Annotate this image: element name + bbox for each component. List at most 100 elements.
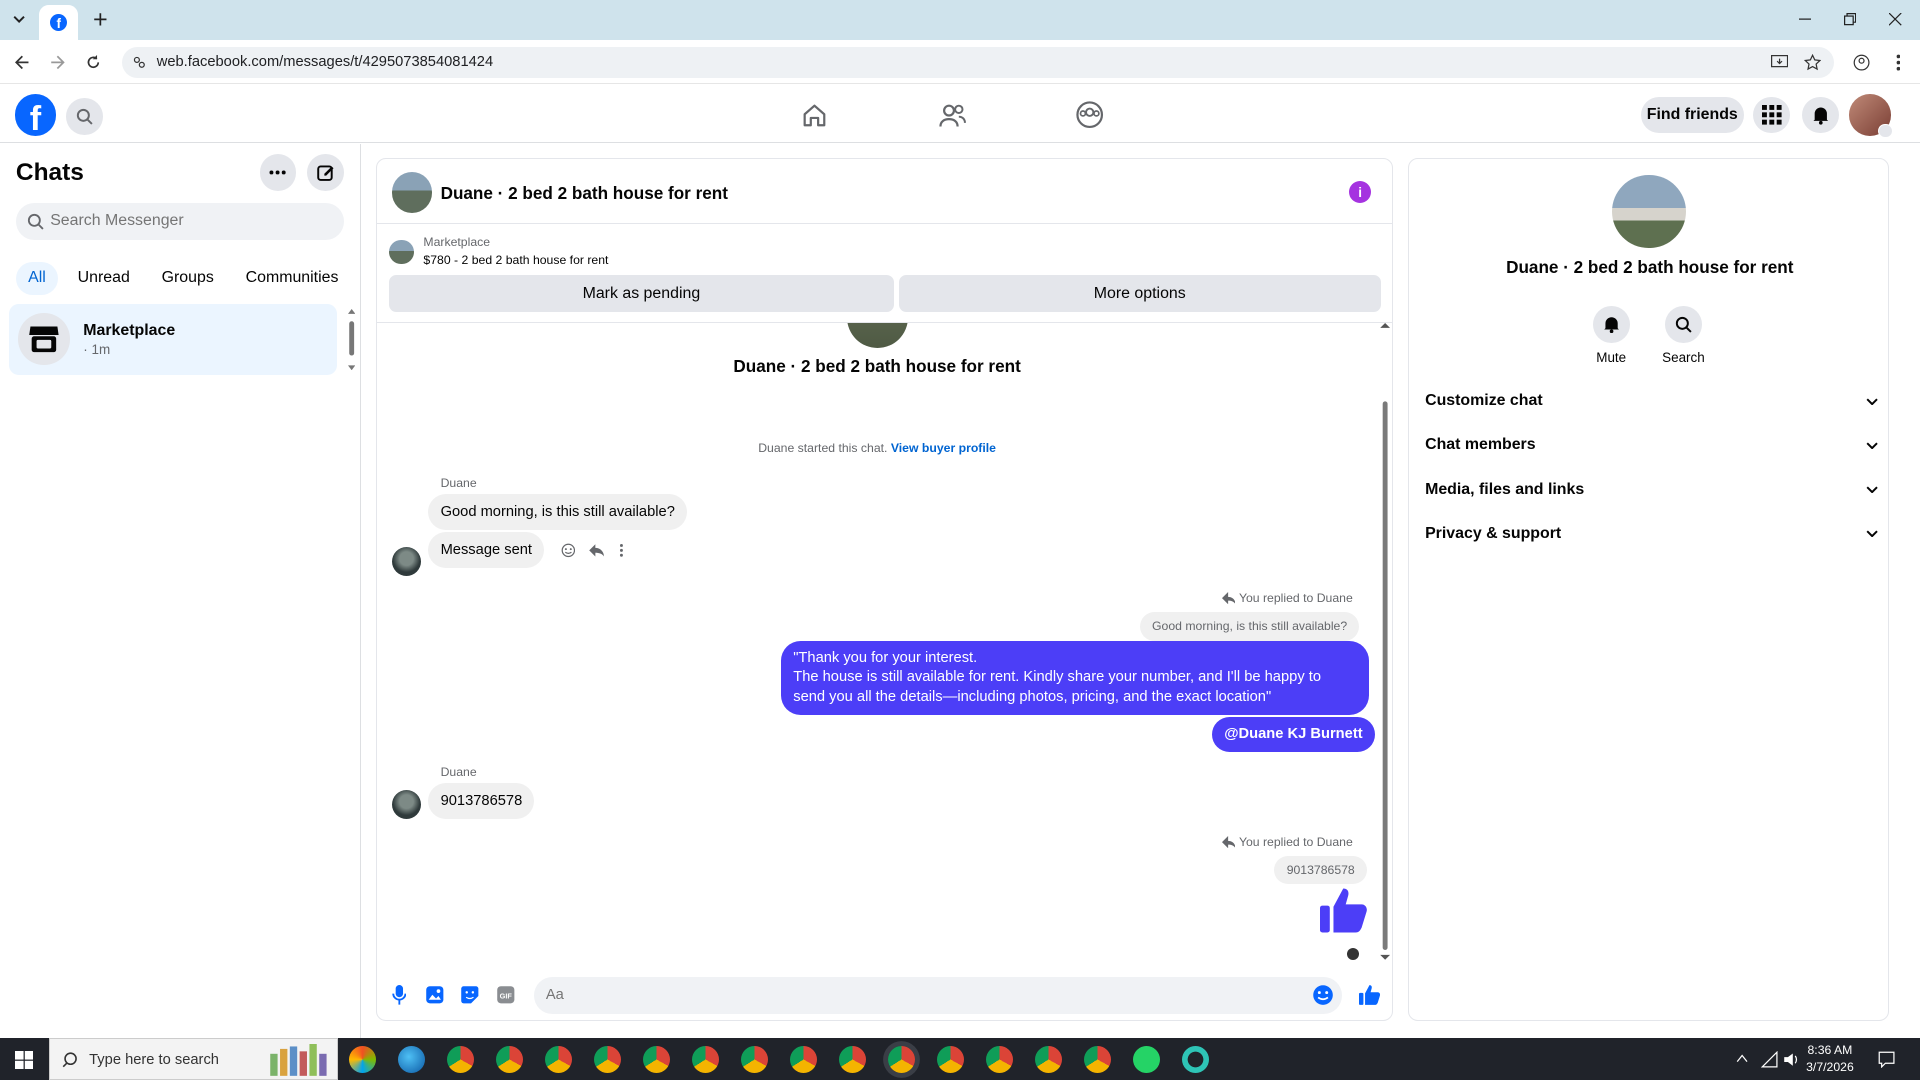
groups-icon[interactable]	[1071, 97, 1108, 134]
incoming-message[interactable]: Good morning, is this still available?	[428, 494, 688, 531]
chrome-icon[interactable]	[495, 1045, 523, 1073]
quoted-message[interactable]: 9013786578	[1274, 855, 1367, 885]
listing-title[interactable]: $780 - 2 bed 2 bath house for rent	[423, 253, 608, 267]
more-options-dots-icon[interactable]	[259, 154, 297, 191]
restore-icon[interactable]	[1836, 7, 1865, 31]
chrome-profile-icon[interactable]	[1083, 1045, 1111, 1073]
back-arrow-icon[interactable]	[10, 50, 34, 74]
chrome-profile-icon[interactable]	[789, 1045, 817, 1073]
browser-menu-icon[interactable]	[1886, 50, 1910, 74]
conversation-title[interactable]: Duane · 2 bed 2 bath house for rent	[441, 183, 728, 204]
app-c-icon[interactable]	[1181, 1045, 1209, 1073]
chrome-profile-icon[interactable]	[740, 1045, 768, 1073]
tray-chevron-up-icon[interactable]	[1736, 1053, 1748, 1063]
reply-arrow-icon[interactable]	[588, 543, 605, 558]
notifications-bell-icon[interactable]	[1802, 96, 1840, 134]
site-info-icon[interactable]	[130, 53, 150, 73]
profile-icon[interactable]	[1849, 50, 1873, 74]
accordion-customize-chat[interactable]: Customize chat	[1425, 389, 1878, 413]
view-buyer-profile-link[interactable]: View buyer profile	[891, 441, 996, 455]
menu-grid-icon[interactable]	[1753, 96, 1791, 134]
messenger-search-input[interactable]	[50, 211, 320, 230]
mute-button[interactable]: Mute	[1574, 305, 1647, 365]
conversation-info-icon[interactable]: i	[1349, 180, 1372, 204]
forward-arrow-icon[interactable]	[45, 50, 69, 74]
sender-avatar[interactable]	[391, 789, 421, 819]
microphone-icon[interactable]	[388, 984, 410, 1006]
react-emoji-icon[interactable]	[561, 543, 576, 558]
chrome-profile-icon[interactable]	[1034, 1045, 1062, 1073]
messenger-search-field[interactable]	[15, 203, 345, 240]
thumbs-up-icon[interactable]	[1319, 886, 1369, 935]
volume-icon[interactable]	[1783, 1051, 1800, 1068]
clock-date: 3/7/2026	[1806, 1060, 1854, 1075]
thread-scrollbar[interactable]	[1379, 323, 1391, 960]
sticker-icon[interactable]	[459, 984, 481, 1006]
close-window-icon[interactable]	[1881, 7, 1910, 31]
outgoing-message[interactable]: "Thank you for your interest. The house …	[780, 641, 1369, 715]
sender-avatar[interactable]	[391, 547, 421, 577]
chrome-profile-icon[interactable]	[544, 1045, 572, 1073]
whatsapp-icon[interactable]	[1132, 1045, 1160, 1073]
account-chevron-icon[interactable]	[1878, 123, 1894, 139]
network-icon[interactable]	[1760, 1050, 1778, 1068]
chrome-profile-icon[interactable]	[642, 1045, 670, 1073]
friends-icon[interactable]	[934, 97, 971, 134]
browser-tab-facebook[interactable]: f	[39, 4, 79, 41]
bookmark-star-icon[interactable]	[1802, 53, 1822, 73]
chrome-profile-icon[interactable]	[936, 1045, 964, 1073]
minimize-icon[interactable]	[1790, 7, 1819, 31]
conversation-avatar[interactable]	[391, 172, 432, 213]
taskbar-search-box[interactable]: Type here to search	[48, 1038, 338, 1080]
notifications-center-icon[interactable]	[1878, 1051, 1895, 1068]
message-input[interactable]	[545, 986, 1281, 1003]
incoming-message[interactable]: Message sent	[428, 532, 545, 568]
new-message-compose-icon[interactable]	[307, 154, 345, 191]
filter-groups[interactable]: Groups	[149, 262, 226, 295]
filter-unread[interactable]: Unread	[65, 262, 142, 295]
accordion-privacy-support[interactable]: Privacy & support	[1425, 521, 1878, 545]
accordion-media-files-links[interactable]: Media, files and links	[1425, 477, 1878, 501]
more-options-button[interactable]: More options	[898, 275, 1381, 312]
quoted-message[interactable]: Good morning, is this still available?	[1139, 612, 1360, 641]
url-omnibox[interactable]: web.facebook.com/messages/t/429507385408…	[122, 46, 1835, 79]
gif-icon[interactable]: GIF	[494, 984, 516, 1006]
listing-thumbnail[interactable]	[389, 239, 414, 265]
filter-all[interactable]: All	[15, 262, 59, 295]
sender-name: Duane	[440, 476, 477, 491]
incoming-message[interactable]: 9013786578	[428, 783, 535, 819]
chrome-profile-icon[interactable]	[985, 1045, 1013, 1073]
accordion-chat-members[interactable]: Chat members	[1425, 433, 1878, 457]
chrome-icon[interactable]	[446, 1045, 474, 1073]
new-tab-icon[interactable]	[88, 7, 112, 31]
details-avatar[interactable]	[1612, 174, 1686, 249]
filter-communities[interactable]: Communities	[233, 262, 350, 295]
search-icon[interactable]	[66, 97, 103, 135]
account-avatar[interactable]	[1848, 94, 1894, 139]
home-icon[interactable]	[796, 97, 833, 134]
facebook-logo-icon[interactable]: f	[14, 94, 57, 138]
send-like-thumb-icon[interactable]	[1358, 984, 1381, 1006]
copilot-icon[interactable]	[348, 1045, 376, 1073]
chrome-profile-icon[interactable]	[593, 1045, 621, 1073]
chat-list-item-marketplace[interactable]: Marketplace · 1m	[8, 303, 337, 375]
taskbar-clock[interactable]: 8:36 AM 3/7/2026	[1806, 1042, 1854, 1076]
message-input-field[interactable]	[533, 976, 1342, 1014]
edge-icon[interactable]	[397, 1045, 425, 1073]
tab-search-chevron-icon[interactable]	[7, 7, 31, 31]
photo-attach-icon[interactable]	[423, 984, 445, 1006]
windows-start-icon[interactable]	[14, 1050, 34, 1069]
chrome-profile-icon[interactable]	[691, 1045, 719, 1073]
outgoing-mention-message[interactable]: @Duane KJ Burnett	[1212, 717, 1375, 752]
mark-as-pending-button[interactable]: Mark as pending	[389, 275, 894, 312]
chrome-profile-icon-active[interactable]	[887, 1045, 915, 1073]
message-more-icon[interactable]	[619, 543, 624, 558]
emoji-icon[interactable]	[1312, 984, 1334, 1006]
url-text[interactable]: web.facebook.com/messages/t/429507385408…	[157, 54, 493, 70]
install-app-icon[interactable]	[1769, 53, 1789, 73]
chrome-profile-icon[interactable]	[838, 1045, 866, 1073]
reload-icon[interactable]	[81, 50, 105, 74]
search-in-chat-button[interactable]: Search	[1647, 305, 1720, 365]
find-friends-button[interactable]: Find friends	[1640, 96, 1744, 134]
sidebar-scrollbar[interactable]	[347, 308, 356, 370]
